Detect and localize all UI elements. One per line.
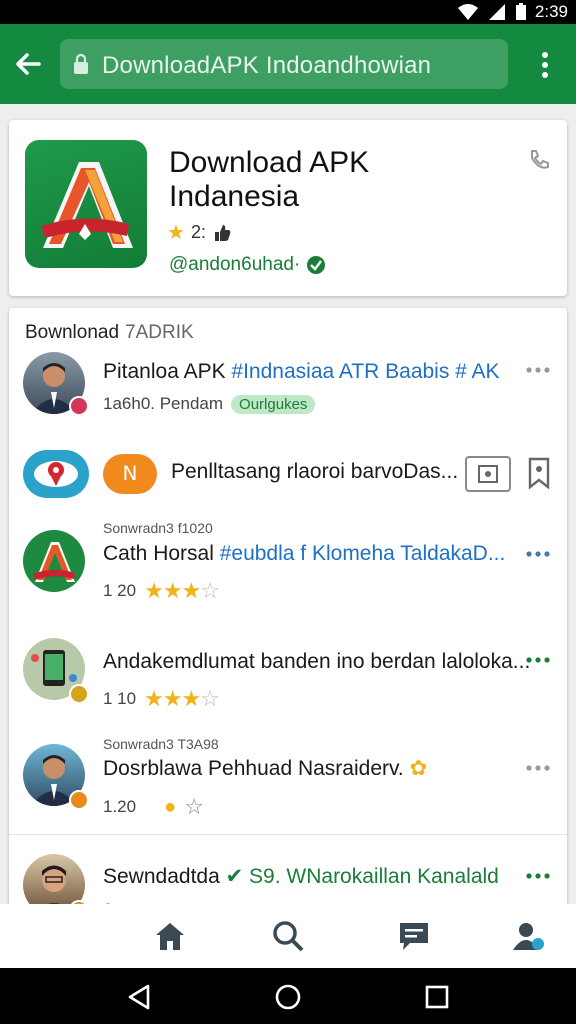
system-navigation-bar bbox=[0, 968, 576, 1024]
verified-icon: ✔ bbox=[225, 865, 250, 888]
bookmark-icon[interactable] bbox=[527, 456, 551, 490]
bottom-navigation bbox=[0, 904, 576, 968]
item-title: Andakemdlumat banden ino berdan laloloka… bbox=[103, 650, 531, 673]
recents-square-icon[interactable] bbox=[422, 982, 452, 1012]
profile-icon[interactable] bbox=[510, 918, 546, 954]
app-bar: DownloadAPK Indoandhowian bbox=[0, 24, 576, 104]
wifi-icon bbox=[457, 4, 478, 20]
item-overline: Sonwradn3 T3A98 bbox=[103, 736, 219, 752]
list-item[interactable]: ꓠ Penlltasang rlaoroi barvoDas... bbox=[9, 444, 567, 504]
app-title: Download APK Indanesia bbox=[169, 146, 370, 213]
home-icon[interactable] bbox=[152, 918, 188, 954]
star-rating: ★★★☆ bbox=[144, 686, 220, 711]
section-title: Bownlonad bbox=[25, 322, 120, 343]
item-meta: 1 20 ★★★☆ bbox=[103, 578, 220, 603]
app-logo-a-icon bbox=[41, 162, 133, 248]
n-app-icon: ꓠ bbox=[103, 454, 157, 494]
back-triangle-icon[interactable] bbox=[124, 982, 154, 1012]
avatar bbox=[23, 530, 85, 592]
search-icon[interactable] bbox=[270, 918, 306, 954]
home-circle-icon[interactable] bbox=[273, 982, 303, 1012]
back-button[interactable] bbox=[10, 44, 46, 84]
developer-name: @andon6uhad· bbox=[169, 254, 301, 275]
more-horiz-icon[interactable] bbox=[525, 872, 551, 880]
item-meta: 1 10 ★★★☆ bbox=[103, 686, 220, 711]
status-icons: 2:39 bbox=[457, 2, 568, 22]
app-rating: ★ 2: bbox=[167, 220, 232, 245]
star-icon: ★ bbox=[167, 222, 185, 244]
section-subtitle: 7ADRIK bbox=[125, 322, 194, 343]
item-title: Pitanloa APK #Indnasiaa ATR Baabis # AK bbox=[103, 360, 500, 383]
more-horiz-icon[interactable] bbox=[525, 366, 551, 374]
map-pin-app-icon bbox=[23, 450, 89, 498]
lock-icon bbox=[74, 53, 88, 74]
item-meta: 1.20 ● ☆ bbox=[103, 794, 204, 819]
more-horiz-icon[interactable] bbox=[525, 656, 551, 664]
status-time: 2:39 bbox=[534, 2, 568, 21]
image-icon bbox=[478, 465, 498, 483]
star-outline-icon: ☆ bbox=[184, 794, 204, 819]
app-hero-card[interactable]: Download APK Indanesia ★ 2: @andon6uhad· bbox=[9, 120, 567, 296]
more-vert-icon bbox=[542, 52, 548, 78]
list-item[interactable]: Pitanloa APK #Indnasiaa ATR Baabis # AK … bbox=[9, 348, 567, 428]
rating-value: 2: bbox=[190, 222, 206, 242]
location-icon bbox=[34, 461, 78, 487]
divider bbox=[9, 834, 567, 835]
more-horiz-icon[interactable] bbox=[525, 764, 551, 772]
more-horiz-icon[interactable] bbox=[525, 550, 551, 558]
screenshot-button[interactable] bbox=[465, 456, 511, 492]
item-title: Sewndadtda ✔ S9. WNarokaillan Kanalald bbox=[103, 865, 499, 888]
item-overline: Sonwradn3 f1020 bbox=[103, 520, 213, 536]
emoji-icon: ✿ bbox=[409, 757, 428, 780]
item-meta: 1a6h0. Pendam Ourlgukes bbox=[103, 394, 316, 414]
app-logo bbox=[25, 140, 147, 268]
signal-icon bbox=[488, 4, 505, 20]
status-badge: Ourlgukes bbox=[231, 394, 316, 414]
developer-link[interactable]: @andon6uhad· bbox=[169, 254, 326, 276]
badge-icon bbox=[69, 684, 89, 704]
list-item[interactable]: Sonwradn3 f1020 Cath Horsal #eubdla f Kl… bbox=[9, 516, 567, 612]
url-bar[interactable]: DownloadAPK Indoandhowian bbox=[60, 39, 508, 89]
list-item[interactable]: Andakemdlumat banden ino berdan laloloka… bbox=[9, 630, 567, 720]
downloads-list-card: Bownlonad 7ADRIK Pitanloa APK #Indnasiaa … bbox=[9, 308, 567, 1008]
section-header: Bownlonad 7ADRIK bbox=[25, 322, 194, 344]
app-logo-a-icon bbox=[33, 542, 75, 582]
badge-icon bbox=[69, 790, 89, 810]
url-text: DownloadAPK Indoandhowian bbox=[102, 52, 432, 79]
phone-icon[interactable] bbox=[527, 148, 551, 172]
battery-icon bbox=[515, 3, 526, 20]
arrow-left-icon bbox=[16, 53, 41, 75]
status-bar: 2:39 bbox=[0, 0, 576, 24]
star-rating: ★★★☆ bbox=[144, 578, 220, 603]
item-title: Cath Horsal #eubdla f Klomeha TaldakaD..… bbox=[103, 542, 506, 565]
thumbs-up-icon bbox=[214, 224, 231, 241]
more-button[interactable] bbox=[528, 48, 562, 82]
verified-icon bbox=[307, 256, 326, 274]
chat-icon[interactable] bbox=[396, 918, 432, 954]
list-item[interactable]: Sonwradn3 T3A98 Dosrblawa Pehhuad Nasrai… bbox=[9, 734, 567, 830]
item-title: Penlltasang rlaoroi barvoDas... bbox=[171, 460, 459, 483]
badge-icon bbox=[69, 396, 89, 416]
item-title: Dosrblawa Pehhuad Nasraiderv. ✿ bbox=[103, 757, 428, 780]
emoji-icon: ● bbox=[164, 795, 177, 818]
